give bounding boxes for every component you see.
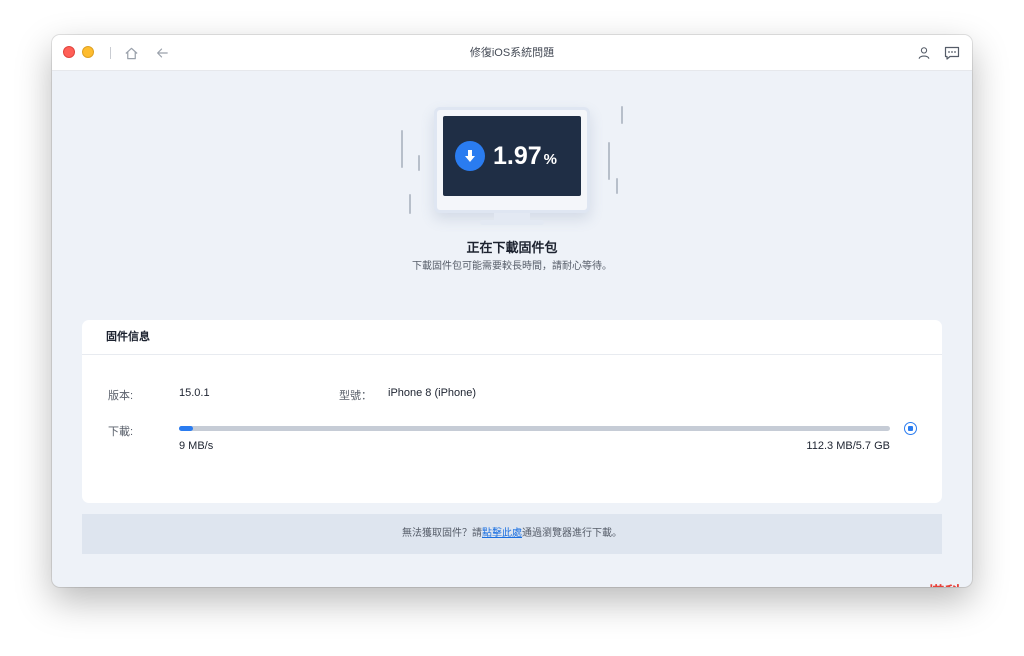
download-arrow-icon [455,141,485,171]
manual-download-link[interactable]: 點擊此處 [482,528,522,539]
decor-line [409,194,411,214]
version-label: 版本: [108,390,134,402]
monitor-frame: 1.97% [434,107,590,213]
status-title: 正在下載固件包 [466,240,558,255]
footer-text-after: 通過瀏覽器進行下載。 [522,528,622,539]
footer-text-before: 無法獲取固件？請 [402,528,482,539]
title-bar: 修復iOS系統問題 [52,35,972,71]
download-illustration: 1.97% [392,101,632,231]
status-subtitle: 下載固件包可能需要較長時間，請耐心等待。 [412,261,612,272]
download-speed: 9 MB/s [179,440,214,452]
model-value: iPhone 8 (iPhone) [388,387,477,399]
manual-download-bar: 無法獲取固件？請點擊此處通過瀏覽器進行下載。 [82,514,942,554]
window-title: 修復iOS系統問題 [469,47,555,59]
decor-line [401,130,403,168]
download-size-progress: 112.3 MB/5.7 GB [806,440,890,452]
download-progress-bar [179,426,890,431]
download-progress-fill [179,426,193,431]
account-icon[interactable] [915,44,933,62]
app-window: 修復iOS系統問題 1.97% 正在下載固件包 下載固件包可能需要較長時間，請耐… [52,35,972,587]
decor-line [608,142,610,180]
model-label: 型號： [339,390,372,402]
stop-icon [908,426,913,431]
download-percentage: 1.97% [493,142,558,170]
decor-line [621,106,623,124]
feedback-message-icon[interactable] [943,44,961,62]
version-value: 15.0.1 [179,387,210,399]
decor-line [616,178,618,194]
monitor-screen: 1.97% [443,116,581,196]
decor-line [418,155,420,171]
watermark-text: 塔科女子 [928,579,972,587]
card-title: 固件信息 [82,320,942,355]
firmware-info-card: 固件信息 版本: 15.0.1 型號： iPhone 8 (iPhone) 下載… [82,320,942,503]
monitor-base [480,220,544,225]
download-label: 下載: [108,426,134,438]
stop-download-button[interactable] [904,422,917,435]
